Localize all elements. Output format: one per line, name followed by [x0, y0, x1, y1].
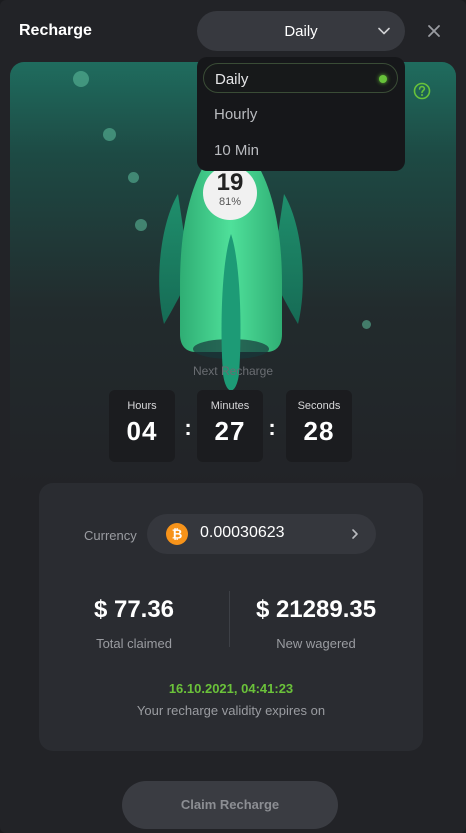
- currency-amount: 0.00030623: [200, 524, 285, 541]
- total-claimed-label: Total claimed: [96, 636, 172, 651]
- countdown-separator: :: [184, 415, 192, 440]
- new-wagered-label: New wagered: [276, 636, 356, 651]
- total-claimed-value: $ 77.36: [93, 596, 175, 623]
- decorative-bubble: [128, 172, 139, 183]
- chevron-right-icon: [352, 529, 358, 539]
- new-wagered-value: $ 21289.35: [255, 596, 377, 623]
- expiry-label: Your recharge validity expires on: [136, 703, 326, 718]
- expiry-date: 16.10.2021, 04:41:23: [168, 681, 294, 696]
- seconds-value: 28: [303, 416, 335, 446]
- currency-selector[interactable]: ₿ 0.00030623: [147, 514, 376, 554]
- decorative-bubble: [103, 128, 116, 141]
- period-option-label: Hourly: [214, 106, 258, 123]
- selected-indicator-icon: [379, 75, 387, 83]
- period-select-value: Daily: [284, 23, 318, 40]
- close-icon[interactable]: [426, 23, 442, 39]
- help-icon[interactable]: [413, 82, 431, 100]
- modal-title: Recharge: [19, 22, 92, 39]
- countdown-hours: Hours 04: [109, 390, 175, 462]
- period-option-10min[interactable]: 10 Min: [203, 135, 398, 165]
- currency-label: Currency: [84, 528, 137, 543]
- seconds-label: Seconds: [297, 400, 341, 412]
- recharge-panel: 19 81% Next Recharge Hours 04 : Minutes …: [10, 62, 456, 833]
- countdown-separator: :: [268, 415, 276, 440]
- total-claimed-stat: $ 77.36 Total claimed: [39, 596, 229, 651]
- period-option-daily[interactable]: Daily: [203, 63, 398, 93]
- level-value: 19: [216, 169, 244, 196]
- period-select[interactable]: Daily: [197, 11, 405, 51]
- claim-recharge-button[interactable]: Claim Recharge: [122, 781, 338, 829]
- level-badge: 19 81%: [203, 166, 257, 220]
- svg-text:₿: ₿: [172, 528, 183, 543]
- hours-label: Hours: [127, 400, 157, 412]
- decorative-bubble: [362, 320, 371, 329]
- decorative-bubble: [73, 71, 89, 87]
- minutes-value: 27: [214, 416, 246, 446]
- period-option-label: Daily: [215, 71, 249, 88]
- period-option-label: 10 Min: [214, 142, 260, 159]
- minutes-label: Minutes: [210, 400, 250, 412]
- period-option-hourly[interactable]: Hourly: [203, 99, 398, 129]
- next-recharge-label: Next Recharge: [192, 364, 274, 378]
- level-progress: 81%: [218, 196, 242, 208]
- hours-value: 04: [126, 416, 158, 446]
- countdown-minutes: Minutes 27: [197, 390, 263, 462]
- modal-header: Recharge Daily: [0, 0, 466, 62]
- period-dropdown-menu: Daily Hourly 10 Min: [197, 57, 405, 171]
- recharge-modal: Recharge Daily 19 81% Next Recharge Hour…: [0, 0, 466, 833]
- new-wagered-stat: $ 21289.35 New wagered: [221, 596, 411, 651]
- bitcoin-icon: ₿: [166, 523, 188, 545]
- chevron-down-icon: [378, 27, 390, 35]
- decorative-bubble: [135, 219, 147, 231]
- recharge-info-card: Currency ₿ 0.00030623 $ 77.36 Total clai…: [39, 483, 423, 751]
- countdown-seconds: Seconds 28: [286, 390, 352, 462]
